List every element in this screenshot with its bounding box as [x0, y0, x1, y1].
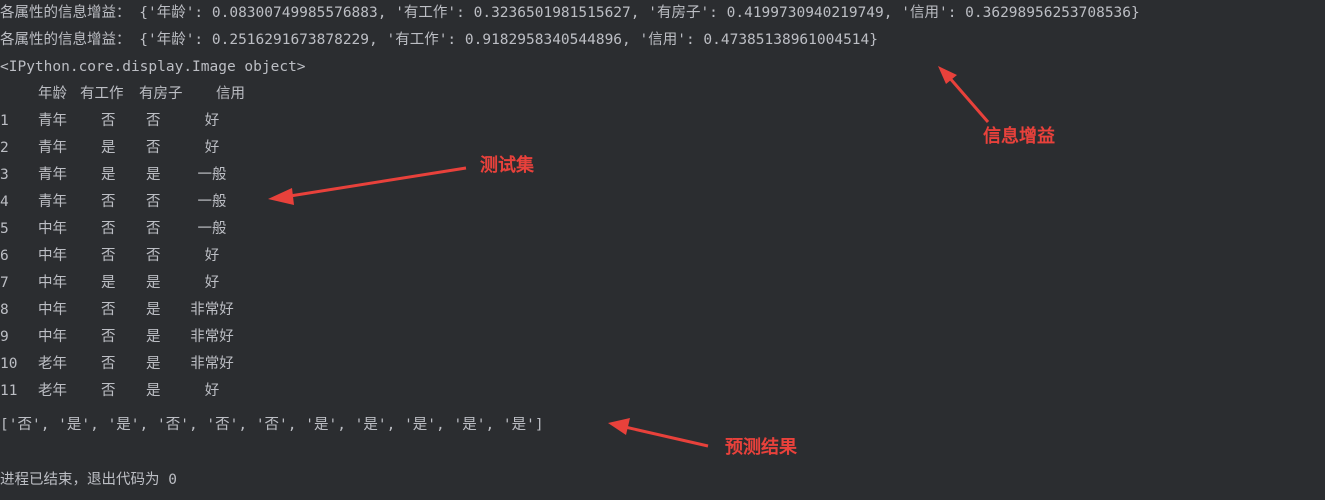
cell-credit: 非常好 [190, 302, 234, 318]
cell-job: 否 [101, 194, 116, 210]
cell-job: 是 [101, 275, 116, 291]
table-row: 1 青年 否 否 好 [0, 108, 300, 135]
row-index: 1 [0, 113, 9, 129]
cell-job: 否 [101, 356, 116, 372]
cell-job: 否 [101, 113, 116, 129]
cell-house: 否 [146, 221, 161, 237]
process-exit-line: 进程已结束，退出代码为 0 [0, 472, 177, 488]
table-row: 8 中年 否 是 非常好 [0, 297, 300, 324]
cell-house: 是 [146, 356, 161, 372]
cell-age: 中年 [38, 248, 67, 264]
row-index: 3 [0, 167, 9, 183]
cell-age: 青年 [38, 140, 67, 156]
row-index: 2 [0, 140, 9, 156]
table-row: 9 中年 否 是 非常好 [0, 324, 300, 351]
cell-job: 否 [101, 302, 116, 318]
cell-age: 中年 [38, 302, 67, 318]
row-index: 6 [0, 248, 9, 264]
cell-credit: 非常好 [190, 356, 234, 372]
cell-credit: 好 [204, 248, 220, 264]
cell-credit: 好 [204, 383, 220, 399]
header-credit: 信用 [216, 86, 245, 102]
row-index: 8 [0, 302, 9, 318]
cell-age: 中年 [38, 221, 67, 237]
table-row: 10 老年 否 是 非常好 [0, 351, 300, 378]
table-row: 3 青年 是 是 一般 [0, 162, 300, 189]
info-gain-line-2: 各属性的信息增益： {'年龄': 0.2516291673878229, '有工… [0, 32, 878, 48]
cell-age: 中年 [38, 329, 67, 345]
cell-age: 青年 [38, 194, 67, 210]
cell-credit: 一般 [197, 194, 227, 210]
row-index: 11 [0, 383, 18, 399]
info-gain-line-1: 各属性的信息增益： {'年龄': 0.08300749985576883, '有… [0, 5, 1140, 21]
header-age: 年龄 [38, 86, 67, 102]
cell-house: 是 [146, 329, 161, 345]
header-house: 有房子 [139, 86, 183, 102]
cell-credit: 好 [204, 275, 220, 291]
cell-age: 青年 [38, 113, 67, 129]
header-job: 有工作 [80, 86, 124, 102]
cell-credit: 好 [204, 140, 220, 156]
row-index: 9 [0, 329, 9, 345]
table-row: 7 中年 是 是 好 [0, 270, 300, 297]
table-row: 4 青年 否 否 一般 [0, 189, 300, 216]
cell-credit: 非常好 [190, 329, 234, 345]
test-set-annotation: 测试集 [480, 155, 534, 176]
cell-house: 否 [146, 113, 161, 129]
cell-job: 是 [101, 167, 116, 183]
cell-age: 中年 [38, 275, 67, 291]
cell-house: 是 [146, 167, 161, 183]
cell-house: 否 [146, 140, 161, 156]
cell-job: 否 [101, 383, 116, 399]
image-object-line: <IPython.core.display.Image object> [0, 59, 306, 75]
row-index: 10 [0, 356, 18, 372]
predict-result-annotation: 预测结果 [725, 437, 797, 458]
cell-house: 否 [146, 194, 161, 210]
cell-age: 青年 [38, 167, 67, 183]
table-row: 6 中年 否 否 好 [0, 243, 300, 270]
cell-age: 老年 [38, 356, 67, 372]
table-row: 2 青年 是 否 好 [0, 135, 300, 162]
cell-credit: 一般 [197, 221, 227, 237]
cell-house: 是 [146, 383, 161, 399]
cell-credit: 好 [204, 113, 220, 129]
cell-credit: 一般 [197, 167, 227, 183]
cell-job: 否 [101, 221, 116, 237]
cell-house: 否 [146, 248, 161, 264]
prediction-result-line: ['否', '是', '是', '否', '否', '否', '是', '是',… [0, 417, 544, 433]
row-index: 5 [0, 221, 9, 237]
cell-job: 否 [101, 248, 116, 264]
row-index: 4 [0, 194, 9, 210]
run-console-output: 各属性的信息增益： {'年龄': 0.08300749985576883, '有… [0, 0, 1325, 500]
table-header-row: 年龄 有工作 有房子 信用 [0, 81, 300, 108]
cell-age: 老年 [38, 383, 67, 399]
cell-job: 否 [101, 329, 116, 345]
table-row: 11 老年 否 是 好 [0, 378, 300, 405]
cell-house: 是 [146, 302, 161, 318]
cell-house: 是 [146, 275, 161, 291]
cell-job: 是 [101, 140, 116, 156]
info-gain-annotation: 信息增益 [983, 126, 1055, 147]
row-index: 7 [0, 275, 9, 291]
table-row: 5 中年 否 否 一般 [0, 216, 300, 243]
